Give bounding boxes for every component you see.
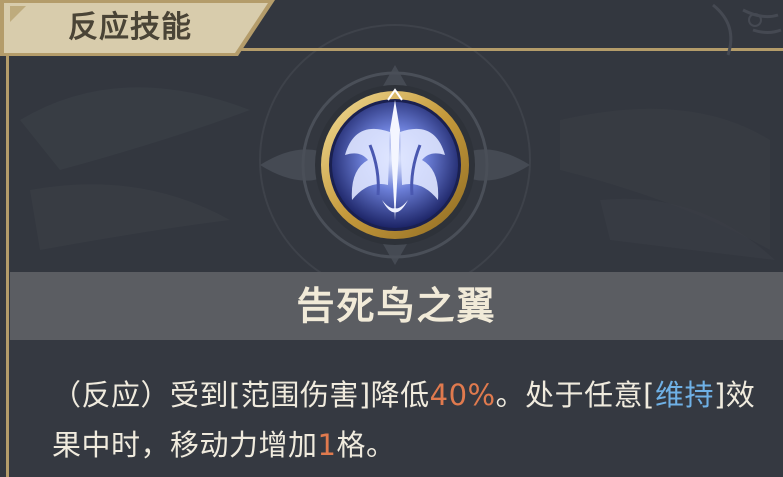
header-tab: 反应技能 bbox=[0, 0, 300, 56]
description-text-1: （反应）受到[范围伤害]降低 bbox=[52, 378, 430, 412]
description-text-2: 。处于任意[ bbox=[495, 378, 655, 412]
frame-left-border bbox=[6, 48, 9, 477]
skill-description: （反应）受到[范围伤害]降低40%。处于任意[维持]效果中时，移动力增加1格。 bbox=[52, 370, 762, 470]
corner-ornament-icon bbox=[712, 3, 782, 56]
description-text-4: 格。 bbox=[336, 428, 396, 462]
skill-name-band: 告死鸟之翼 bbox=[10, 272, 783, 340]
keyword-sustain[interactable]: 维持 bbox=[655, 378, 714, 412]
skill-name: 告死鸟之翼 bbox=[296, 284, 497, 328]
movement-bonus-value: 1 bbox=[317, 428, 337, 462]
header-title: 反应技能 bbox=[68, 10, 192, 45]
winged-bird-emblem-icon bbox=[260, 65, 530, 265]
damage-reduction-value: 40% bbox=[429, 378, 496, 412]
description-area: （反应）受到[范围伤害]降低40%。处于任意[维持]效果中时，移动力增加1格。 bbox=[10, 340, 783, 477]
skill-detail-panel: 反应技能 告死鸟之翼 （反应）受到[范围伤害]降低40%。处于任意[维持]效果中… bbox=[0, 0, 783, 477]
